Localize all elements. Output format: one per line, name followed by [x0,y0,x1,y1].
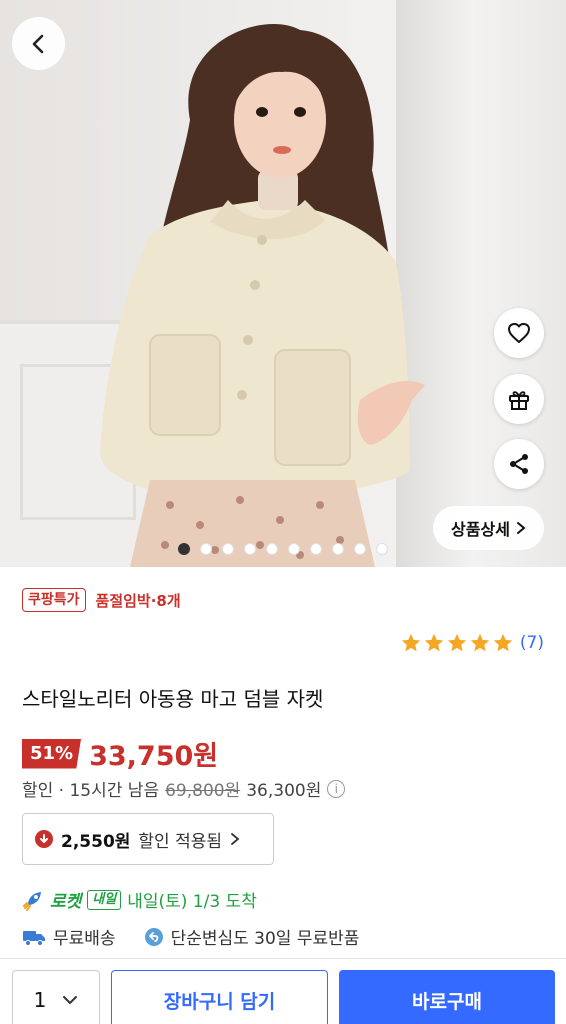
quantity-value: 1 [33,988,47,1012]
truck-icon [23,930,45,946]
deal-badge-row: 쿠팡특가 품절임박·8개 [22,588,181,612]
arrival-date: 내일(토) 1/3 도착 [127,892,257,912]
discount-info-row: 할인 · 15시간 남음 69,800원 36,300원 i [22,776,346,801]
star-icon [401,633,421,652]
carousel-dot[interactable] [266,543,278,555]
coupon-text: 할인 적용됨 [138,831,223,852]
shipping-row: 무료배송 단순변심도 30일 무료반품 [22,924,359,949]
coupon-amount: 2,550원 [61,831,131,852]
discount-rate-badge: 51% [22,738,82,769]
model-illustration [100,24,425,567]
share-button[interactable] [494,439,544,489]
rocket-label: 로켓 [50,892,82,912]
price-row: 51% 33,750원 [22,734,218,773]
review-count[interactable]: (7) [520,633,544,653]
gift-button[interactable] [494,374,544,424]
chevron-left-icon [32,34,43,53]
product-detail-button[interactable]: 상품상세 [433,506,544,550]
free-return: 단순변심도 30일 무료반품 [170,929,360,949]
info-icon[interactable]: i [327,779,346,798]
previous-price: 36,300원 [246,781,322,801]
arrow-down-icon [35,830,53,848]
bottom-action-bar: 1 장바구니 담기 바로구매 [0,958,566,1024]
share-icon [510,454,528,474]
stock-status: 품절임박·8개 [95,591,181,610]
carousel-dot[interactable] [200,543,212,555]
sale-price: 33,750원 [89,741,219,772]
star-icon [447,633,467,652]
rocket-delivery-row: 로켓 내일 내일(토) 1/3 도착 [22,887,257,912]
product-detail-label: 상품상세 [451,520,510,539]
carousel-dot[interactable] [178,543,190,555]
heart-icon [508,323,530,343]
carousel-dot[interactable] [288,543,300,555]
gift-icon [509,391,529,410]
carousel-dot[interactable] [310,543,322,555]
product-image[interactable]: 상품상세 [0,0,566,567]
rocket-icon [23,891,41,911]
rating[interactable]: (7) [400,632,544,654]
product-title: 스타일노리터 아동용 마고 덤블 자켓 [22,687,324,711]
coupang-deal-badge: 쿠팡특가 [22,588,86,612]
tomorrow-badge: 내일 [87,889,122,910]
coupon-discount-button[interactable]: 2,550원 할인 적용됨 [22,813,274,865]
carousel-indicator [178,543,388,555]
star-icon [424,633,444,652]
return-icon [144,927,163,946]
carousel-dot[interactable] [244,543,256,555]
buy-now-button[interactable]: 바로구매 [339,970,555,1024]
star-icon [470,633,490,652]
add-to-cart-button[interactable]: 장바구니 담기 [111,970,328,1024]
chevron-right-icon [516,522,526,534]
carousel-dot[interactable] [376,543,388,555]
carousel-dot[interactable] [332,543,344,555]
chevron-down-icon [63,996,78,1005]
free-shipping: 무료배송 [53,929,116,949]
original-price: 69,800원 [165,781,241,801]
chevron-right-icon [231,833,240,845]
discount-timer: 할인 · 15시간 남음 [22,781,160,801]
carousel-dot[interactable] [354,543,366,555]
star-icon [493,633,513,652]
back-button[interactable] [12,17,65,70]
quantity-selector[interactable]: 1 [12,970,100,1024]
carousel-dot[interactable] [222,543,234,555]
wishlist-button[interactable] [494,308,544,358]
